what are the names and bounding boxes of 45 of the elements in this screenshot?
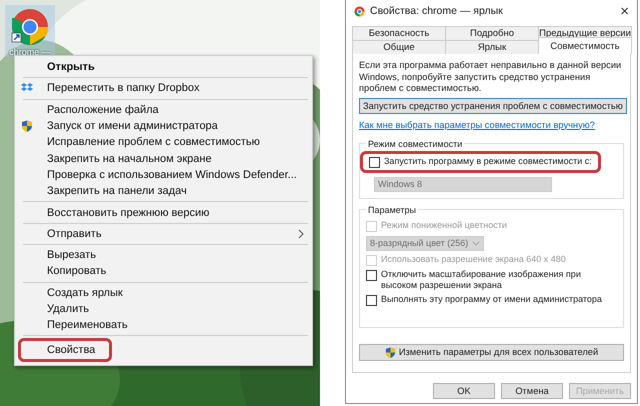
group-title: Режим совместимости xyxy=(367,138,464,148)
chrome-logo-icon[interactable] xyxy=(10,7,50,47)
menu-item[interactable]: Копировать xyxy=(15,263,312,280)
troubleshoot-button[interactable]: Запустить средство устранения проблем с совместимостью xyxy=(359,98,627,114)
checkbox-label: Запустить программу в режиме совместимости с: xyxy=(384,156,592,166)
menu-item[interactable]: Переименовать xyxy=(15,317,312,334)
checkbox-label: Выполнять эту программу от имени администратора xyxy=(381,294,602,304)
menu-item[interactable]: Свойства xyxy=(18,338,112,362)
menu-item[interactable]: Исправление проблем с совместимостью xyxy=(15,134,312,150)
intro-text: Если эта программа работает неправильно в данной версии Windows, попробуйте запустить средство устранения проблем с совместимостью. xyxy=(359,60,622,94)
tab[interactable]: Общие xyxy=(352,40,446,54)
shield-icon xyxy=(21,120,33,132)
shortcut-label: chrome — xyxy=(9,47,51,57)
checkbox[interactable] xyxy=(366,294,377,306)
checkbox[interactable] xyxy=(369,156,380,168)
menu-item[interactable]: Вырезать xyxy=(15,246,312,264)
menu-item[interactable]: Восстановить прежнюю версию xyxy=(15,204,312,221)
group-title: Параметры xyxy=(367,204,417,214)
dialog-button[interactable]: OK xyxy=(433,383,495,399)
dialog-button[interactable]: Отмена xyxy=(501,383,563,399)
checkbox-label: Использовать разрешение экрана 640 x 480 xyxy=(381,254,566,264)
menu-item[interactable]: Открыть xyxy=(15,59,312,76)
menu-item[interactable]: Закрепить на панели задач xyxy=(15,183,312,200)
window-title: Свойства: chrome — ярлык xyxy=(370,5,504,17)
chevron-right-icon xyxy=(298,228,304,239)
menu-item[interactable]: Проверка с использованием Windows Defender... xyxy=(15,166,312,184)
tab[interactable]: Подробно xyxy=(445,26,539,40)
change-settings-button[interactable]: Изменить параметры для всех пользователей xyxy=(359,344,624,360)
checkbox-label: Режим пониженной цветности xyxy=(381,220,507,230)
menu-item[interactable]: Создать ярлык xyxy=(15,284,312,301)
menu-item[interactable]: Переместить в папку Dropbox xyxy=(15,80,312,97)
menu-item[interactable]: Расположение файла xyxy=(15,102,312,118)
menu-item[interactable]: Удалить xyxy=(15,300,312,318)
menu-item[interactable]: Отправить xyxy=(15,226,312,242)
close-button[interactable]: × xyxy=(616,2,633,20)
menu-item[interactable]: Закрепить на начальном экране xyxy=(15,150,312,167)
chrome-logo-icon xyxy=(354,6,365,16)
checkbox[interactable] xyxy=(366,270,377,280)
tab[interactable]: Ярлык xyxy=(445,40,539,54)
menu-item[interactable]: Запуск от имени администратора xyxy=(15,118,312,134)
tab[interactable]: Совместимость xyxy=(538,37,632,54)
help-link[interactable]: Как мне выбрать параметры совместимости вручную? xyxy=(359,120,595,130)
checkbox-label: Отключить масштабирование изображения при высоком разрешении экрана xyxy=(381,268,582,290)
shield-icon xyxy=(384,346,396,358)
tab[interactable]: Безопасность xyxy=(352,26,446,40)
